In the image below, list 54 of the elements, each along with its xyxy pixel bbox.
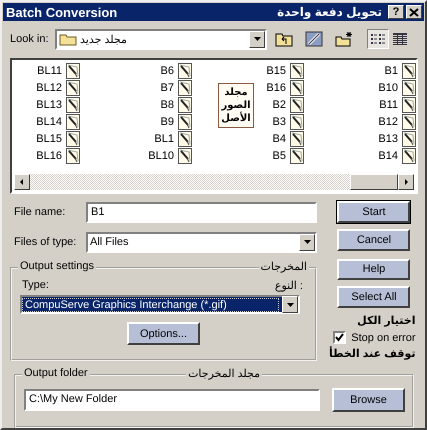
- file-item[interactable]: BL12: [36, 82, 62, 94]
- file-item[interactable]: BL14: [36, 116, 62, 128]
- select-all-caption: اختيار الكل: [357, 314, 416, 328]
- file-item[interactable]: B3: [272, 116, 286, 128]
- file-item[interactable]: B10: [378, 82, 398, 94]
- file-item[interactable]: B15: [266, 64, 286, 76]
- group-title: المخرجات: [258, 260, 309, 273]
- dialog-button[interactable]: Start: [337, 201, 410, 223]
- dialog-button[interactable]: Cancel: [337, 228, 410, 250]
- look-in-dropdown[interactable]: مجلد جديد: [55, 28, 267, 50]
- stop-on-error-label: Stop on error: [351, 332, 416, 344]
- stop-on-error-caption: توقف عند الخطأ: [329, 347, 416, 361]
- file-item[interactable]: BL1: [154, 132, 174, 144]
- file-item[interactable]: BL13: [36, 98, 62, 110]
- browse-button[interactable]: Browse: [332, 388, 405, 412]
- file-item[interactable]: B1: [384, 64, 398, 76]
- dialog-button[interactable]: Select All: [337, 286, 410, 308]
- file-item[interactable]: B8: [160, 98, 174, 110]
- file-item[interactable]: BL11: [37, 64, 62, 76]
- group-title: Output settings: [18, 260, 96, 272]
- window-title: تحويل دفعة واحدة: [277, 5, 382, 19]
- selected-file-type: All Files: [90, 236, 130, 248]
- file-item[interactable]: BL15: [36, 132, 62, 144]
- file-item[interactable]: B5: [272, 150, 286, 162]
- options-button[interactable]: Options...: [127, 322, 200, 345]
- group-title: مجلد المخرجات: [186, 367, 262, 380]
- file-item[interactable]: B14: [378, 150, 398, 162]
- file-item[interactable]: B4: [272, 132, 286, 144]
- window-title: Batch Conversion: [6, 4, 118, 20]
- file-name-label: File name:: [14, 206, 66, 218]
- help-button[interactable]: ?: [388, 5, 404, 19]
- file-item[interactable]: B2: [272, 98, 286, 110]
- file-item[interactable]: B11: [379, 98, 398, 110]
- type-label: Type:: [22, 279, 49, 293]
- selected-output-type: CompuServe Graphics Interchange (*.gif): [22, 298, 279, 312]
- file-item[interactable]: B9: [160, 116, 174, 128]
- look-in-label: Look in:: [10, 33, 50, 45]
- file-item[interactable]: B12: [378, 116, 398, 128]
- file-item[interactable]: BL10: [148, 150, 174, 162]
- file-name-field[interactable]: B1: [86, 202, 317, 222]
- file-type-dropdown[interactable]: All Files: [86, 232, 317, 252]
- file-item[interactable]: B13: [378, 132, 398, 144]
- file-item[interactable]: B6: [160, 64, 174, 76]
- output-type-dropdown[interactable]: CompuServe Graphics Interchange (*.gif): [20, 295, 300, 314]
- sticky-note: مجلد الصور الأصل: [218, 83, 254, 128]
- file-item[interactable]: BL16: [36, 150, 62, 162]
- dialog-button[interactable]: Help: [337, 258, 410, 280]
- file-type-label: Files of type:: [14, 236, 78, 248]
- file-item[interactable]: B7: [160, 82, 174, 94]
- output-folder-field[interactable]: C:\My New Folder: [24, 389, 320, 411]
- file-item[interactable]: B16: [266, 82, 286, 94]
- type-label: النوع :: [274, 279, 303, 294]
- selected-folder: مجلد جديد: [80, 32, 128, 46]
- group-title: Output folder: [22, 367, 90, 379]
